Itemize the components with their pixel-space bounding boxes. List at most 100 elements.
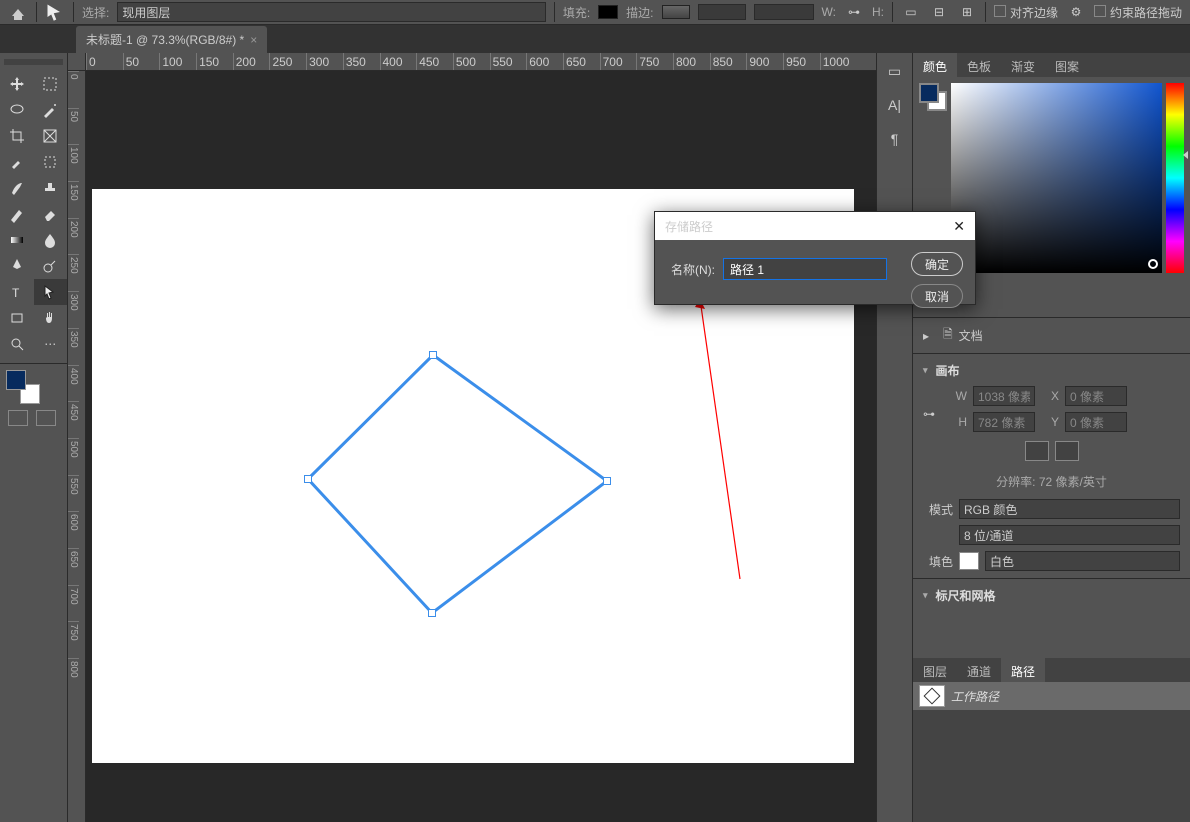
eraser-tool[interactable]	[34, 201, 68, 227]
wand-tool[interactable]	[34, 97, 68, 123]
color-panel-tabs: 颜色 色板 渐变 图案	[913, 53, 1190, 77]
layer-panel-tabs: 图层 通道 路径	[913, 658, 1190, 682]
tab-pattern[interactable]: 图案	[1045, 53, 1089, 77]
path-name-input[interactable]	[723, 258, 887, 280]
color-field[interactable]	[951, 83, 1162, 273]
tab-channels[interactable]: 通道	[957, 658, 1001, 682]
eyedropper-tool[interactable]	[0, 149, 34, 175]
hand-tool[interactable]	[34, 305, 68, 331]
document-tab-title: 未标题-1 @ 73.3%(RGB/8#) *	[86, 31, 244, 48]
name-label: 名称(N):	[671, 261, 715, 278]
color-swatch-stack[interactable]	[919, 83, 947, 111]
frame-tool[interactable]	[34, 123, 68, 149]
dialog-title: 存储路径	[665, 218, 713, 235]
quick-mask-toggle[interactable]	[0, 404, 67, 432]
link-icon[interactable]: ⊶	[923, 383, 935, 435]
doc-icon: 🗎	[943, 325, 953, 346]
resolution-label: 分辨率: 72 像素/英寸	[913, 467, 1190, 496]
document-tabs: 未标题-1 @ 73.3%(RGB/8#) * ×	[0, 25, 1190, 53]
rect-tool[interactable]	[0, 305, 34, 331]
tab-color[interactable]: 颜色	[913, 53, 957, 77]
canvas-header[interactable]: 画布	[913, 358, 1190, 383]
marquee-tool[interactable]	[34, 71, 68, 97]
align-icon-1[interactable]: ▭	[901, 2, 921, 22]
anchor-point[interactable]	[428, 609, 436, 617]
fill-color-swatch[interactable]	[959, 552, 979, 570]
path-select-tool[interactable]	[34, 279, 68, 305]
document-area: 0501001502002503003504004505005506006507…	[68, 53, 876, 822]
path-row[interactable]: 工作路径	[913, 682, 1190, 710]
stamp-tool[interactable]	[34, 175, 68, 201]
collapsed-panels: ▭ A| ¶	[876, 53, 912, 822]
fill-swatch[interactable]	[598, 5, 618, 19]
paths-panel: 工作路径	[913, 682, 1190, 822]
x-input[interactable]	[1065, 386, 1127, 406]
depth-dropdown[interactable]: 8 位/通道	[959, 525, 1180, 545]
home-icon[interactable]	[8, 2, 28, 22]
crop-tool[interactable]	[0, 123, 34, 149]
width-input[interactable]	[973, 386, 1035, 406]
tab-paths[interactable]: 路径	[1001, 658, 1045, 682]
constrain-path-checkbox[interactable]: 约束路径拖动	[1094, 4, 1182, 21]
ruler-horizontal: 0501001502002503003504004505005506006507…	[86, 53, 876, 71]
document-tab[interactable]: 未标题-1 @ 73.3%(RGB/8#) * ×	[76, 26, 267, 53]
ruler-grid-header[interactable]: 标尺和网格	[913, 583, 1190, 608]
paragraph-panel-icon[interactable]: ¶	[883, 127, 907, 151]
options-bar: 选择: 现用图层 填充: 描边: W: ⊶ H: ▭ ⊟ ⊞ 对齐边缘 ⚙ 约束…	[0, 0, 1190, 25]
close-icon[interactable]: ✕	[953, 218, 965, 235]
fill-dropdown[interactable]: 白色	[985, 551, 1180, 571]
orientation-toggle[interactable]	[913, 435, 1190, 467]
gear-icon[interactable]: ⚙	[1066, 2, 1086, 22]
stroke-swatch[interactable]	[662, 5, 690, 19]
path-thumbnail	[919, 685, 945, 707]
blur-tool[interactable]	[34, 227, 68, 253]
cancel-button[interactable]: 取消	[911, 284, 963, 308]
zoom-tool[interactable]	[0, 331, 34, 357]
panels: 颜色 色板 渐变 图案 ▸🗎文档 画布 ⊶ WX HY 分辨率: 72 像素/英…	[912, 53, 1190, 822]
dialog-titlebar[interactable]: 存储路径 ✕	[655, 212, 975, 240]
y-input[interactable]	[1065, 412, 1127, 432]
align-edges-checkbox[interactable]: 对齐边缘	[994, 4, 1058, 21]
brush-tool[interactable]	[0, 175, 34, 201]
stroke-width-dropdown[interactable]	[698, 4, 746, 20]
h-label: H:	[872, 5, 884, 19]
svg-text:T: T	[12, 286, 20, 300]
select-label: 选择:	[82, 4, 109, 21]
path-name: 工作路径	[951, 688, 999, 705]
color-swap[interactable]	[6, 370, 40, 404]
close-icon[interactable]: ×	[250, 33, 257, 47]
doc-label: 文档	[959, 327, 983, 344]
lasso-tool[interactable]	[0, 97, 34, 123]
type-panel-icon[interactable]: A|	[883, 93, 907, 117]
more-tools[interactable]: ⋯	[34, 331, 68, 357]
panel-icon[interactable]: ▭	[883, 59, 907, 83]
align-icon-3[interactable]: ⊞	[957, 2, 977, 22]
align-icon-2[interactable]: ⊟	[929, 2, 949, 22]
mode-dropdown[interactable]: RGB 颜色	[959, 499, 1180, 519]
type-tool[interactable]: T	[0, 279, 34, 305]
ruler-vertical: 0501001502002503003504004505005506006507…	[68, 71, 86, 822]
anchor-point[interactable]	[304, 475, 312, 483]
move-tool[interactable]	[0, 71, 34, 97]
tab-swatch[interactable]: 色板	[957, 53, 1001, 77]
history-brush-tool[interactable]	[0, 201, 34, 227]
anchor-point[interactable]	[429, 351, 437, 359]
hue-slider[interactable]	[1166, 83, 1184, 273]
gradient-tool[interactable]	[0, 227, 34, 253]
select-layer-dropdown[interactable]: 现用图层	[117, 2, 545, 22]
fill-label: 填充:	[563, 4, 590, 21]
anchor-point[interactable]	[603, 477, 611, 485]
w-label: W:	[822, 5, 836, 19]
stroke-label: 描边:	[626, 4, 653, 21]
tab-gradient[interactable]: 渐变	[1001, 53, 1045, 77]
direct-select-icon[interactable]	[45, 2, 65, 22]
ok-button[interactable]: 确定	[911, 252, 963, 276]
ruler-corner	[68, 53, 86, 71]
dodge-tool[interactable]	[34, 253, 68, 279]
tab-layers[interactable]: 图层	[913, 658, 957, 682]
height-input[interactable]	[973, 412, 1035, 432]
stroke-style-dropdown[interactable]	[754, 4, 814, 20]
patch-tool[interactable]	[34, 149, 68, 175]
link-wh-icon[interactable]: ⊶	[844, 2, 864, 22]
pen-tool[interactable]	[0, 253, 34, 279]
